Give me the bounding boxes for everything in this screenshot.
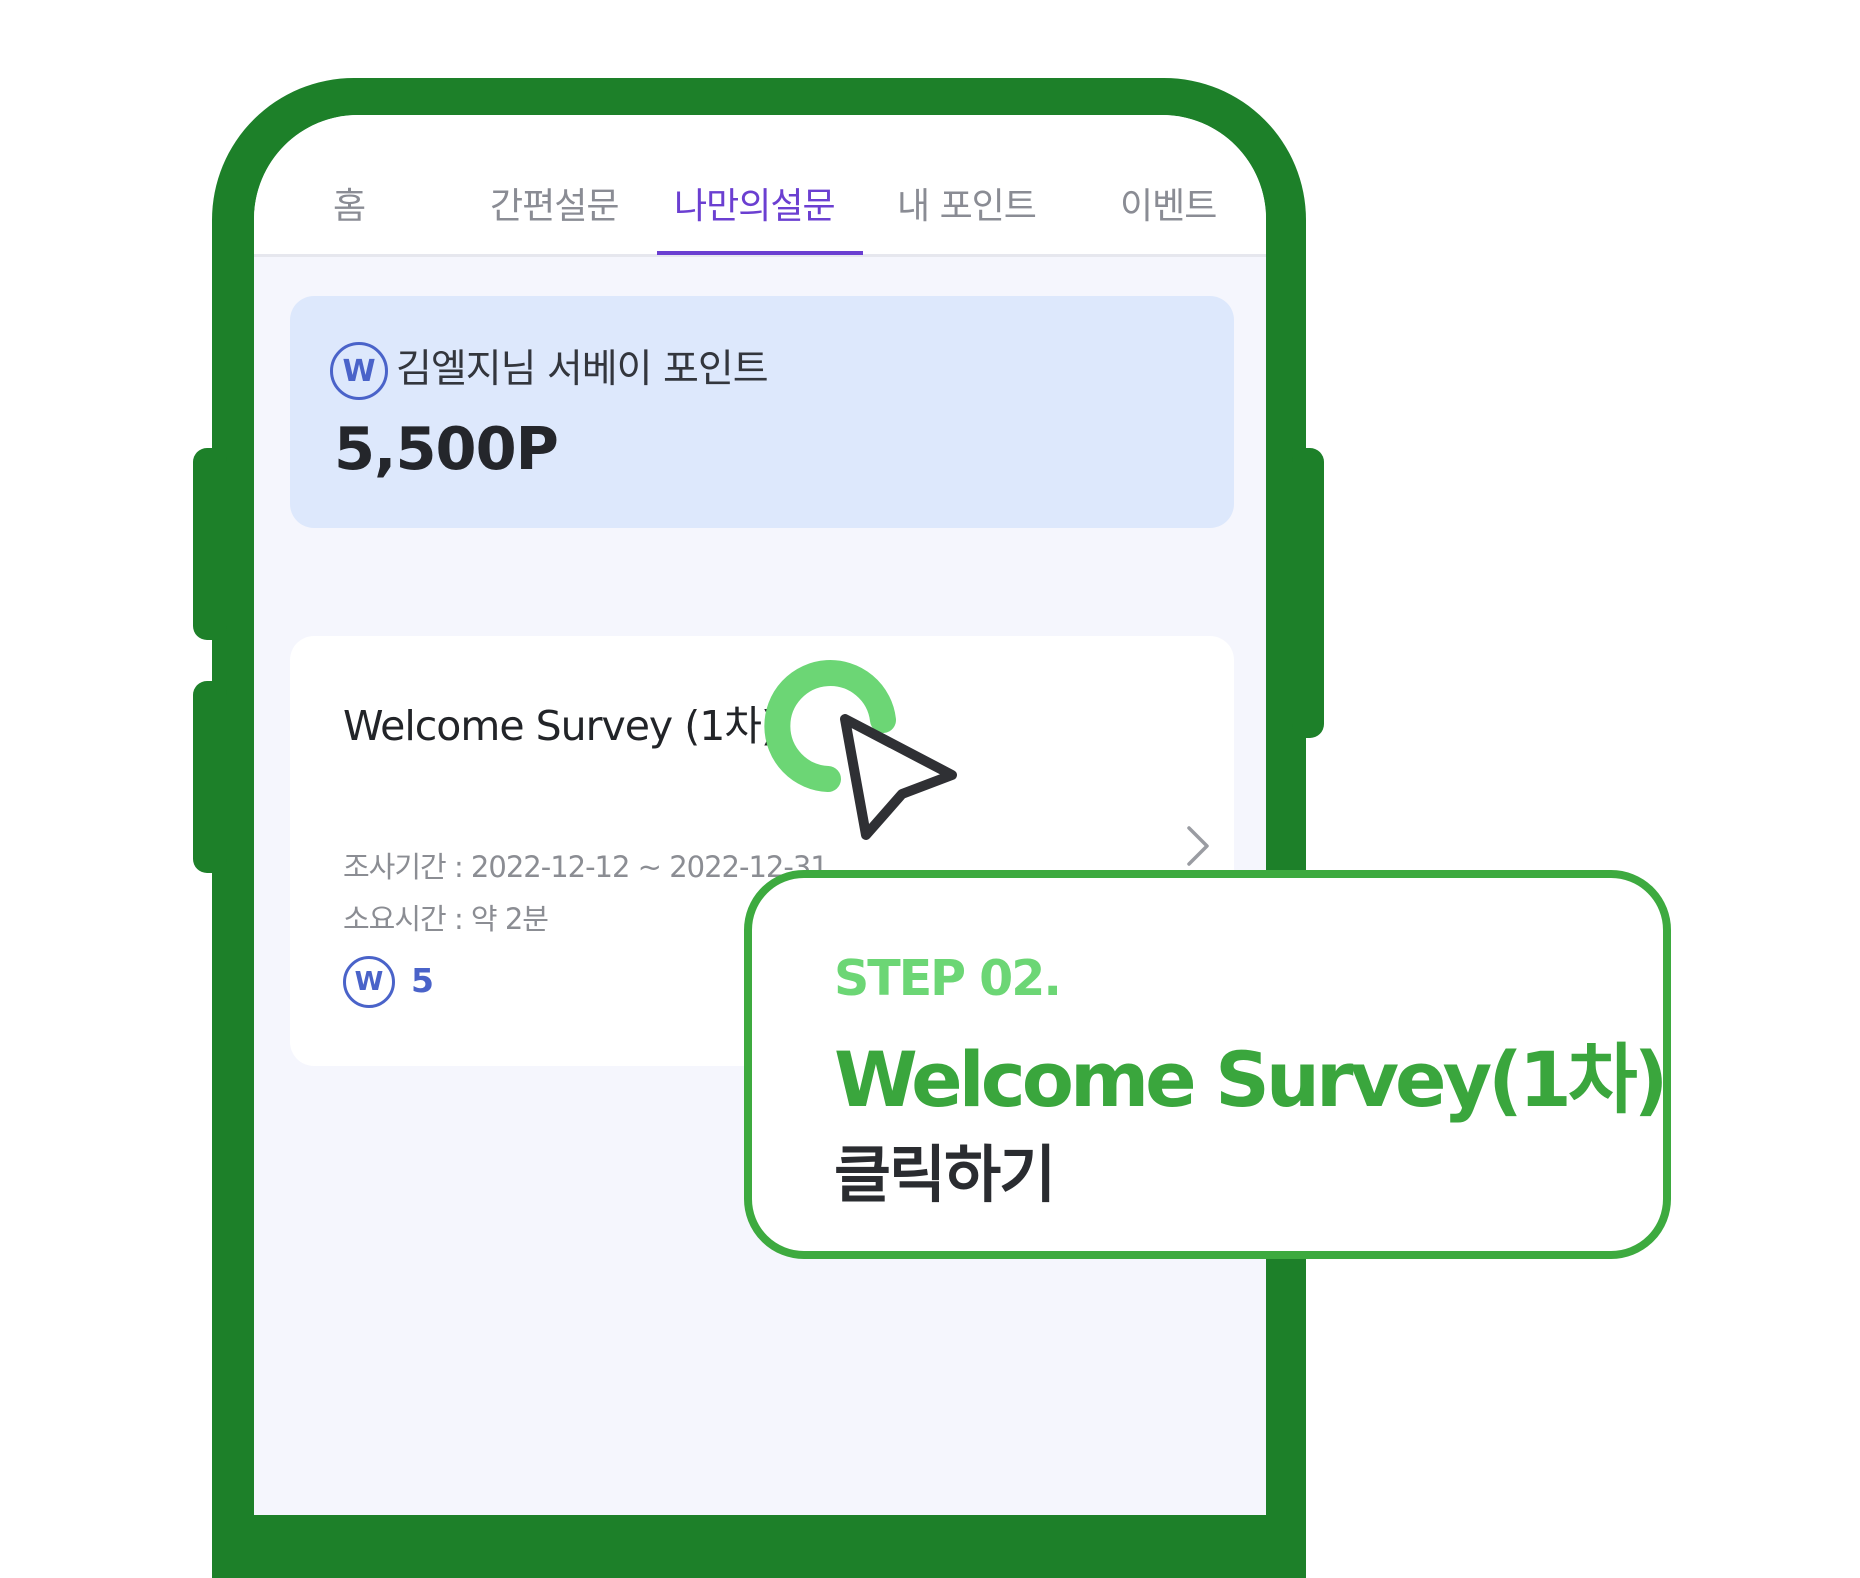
step-title: Welcome Survey(1차) bbox=[834, 1035, 1668, 1124]
step-label: STEP 02. bbox=[834, 950, 1062, 1007]
click-indicator bbox=[764, 660, 957, 840]
step-callout: STEP 02. Welcome Survey(1차) 클릭하기 bbox=[744, 870, 1671, 1259]
cursor-arrow-icon bbox=[840, 714, 957, 840]
step-action: 클릭하기 bbox=[834, 1138, 1056, 1211]
